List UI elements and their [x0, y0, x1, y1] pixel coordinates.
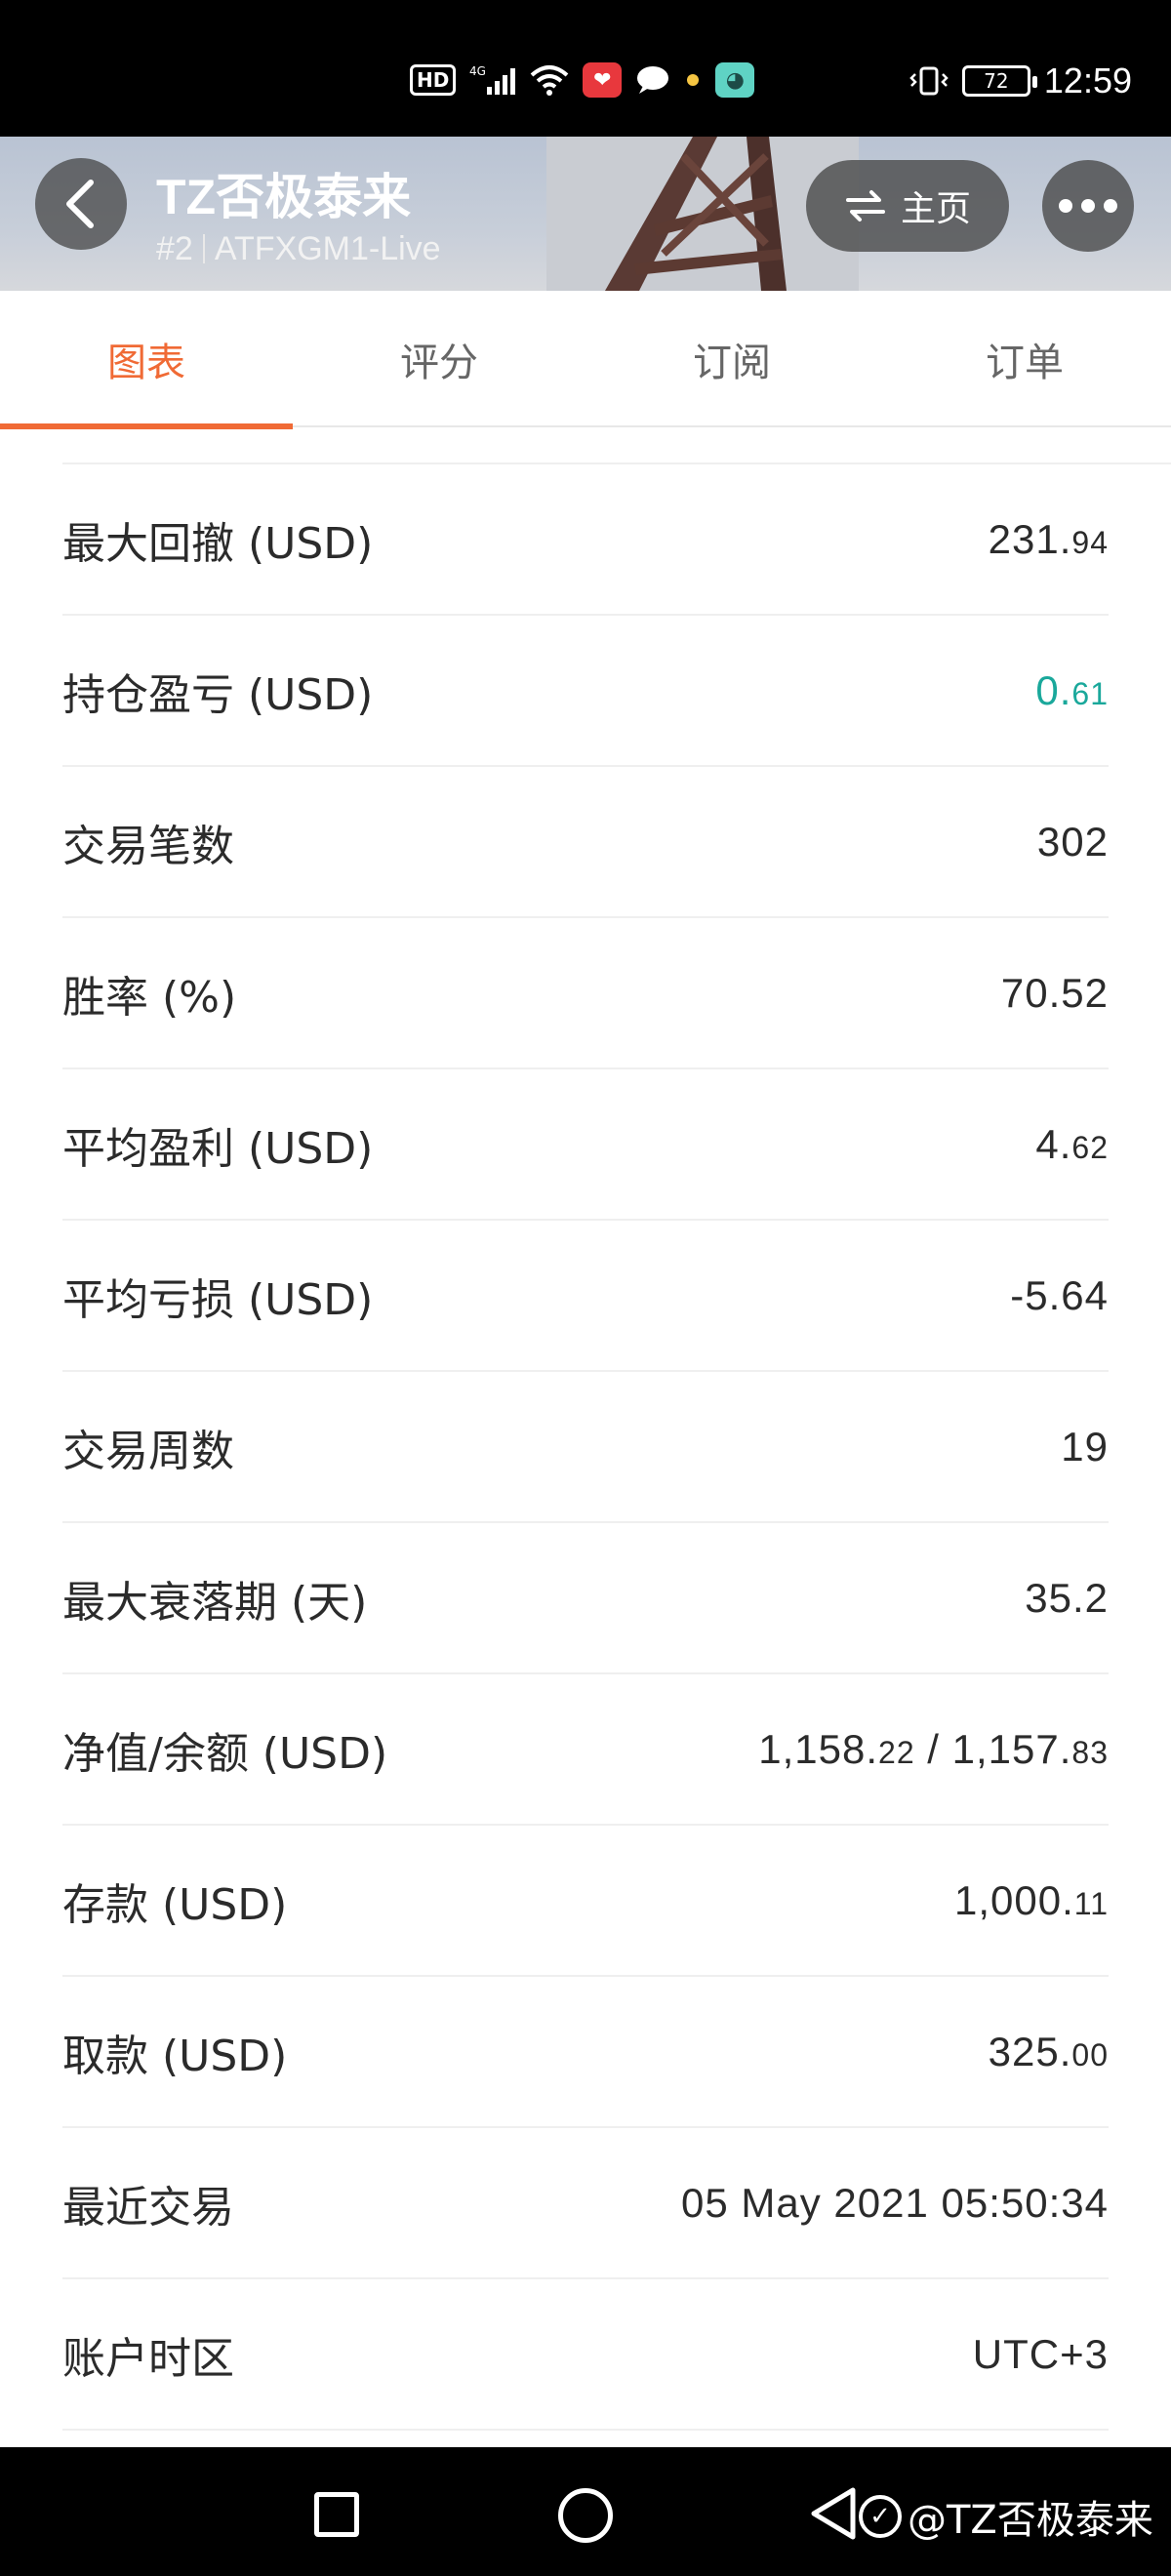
- page-title: TZ否极泰来: [156, 170, 412, 224]
- battery-icon: 72: [961, 65, 1037, 97]
- swap-icon: [845, 190, 885, 221]
- tab-subscribe[interactable]: 订阅: [586, 291, 878, 427]
- stat-label: 最近交易: [62, 2182, 234, 2233]
- stat-label: 账户时区: [62, 2333, 234, 2384]
- home-nav-button[interactable]: [558, 2488, 613, 2543]
- chat-icon: [635, 62, 670, 98]
- signal-4g-icon: 4G: [469, 62, 516, 98]
- stat-value: UTC+3: [972, 2330, 1109, 2377]
- profile-header: TZ否极泰来 #2 ATFXGM1-Live 主页: [0, 137, 1171, 291]
- watermark: ✓ @TZ否极泰来: [859, 2488, 1153, 2545]
- stat-value: 05 May 2021 05:50:34: [681, 2179, 1109, 2226]
- stat-label: 存款 (USD): [62, 1879, 288, 1930]
- stat-row-win-rate: 胜率 (%) 70.52: [62, 918, 1109, 1069]
- status-bar: HD 4G ❤ ◕ 72 12:59: [0, 0, 1171, 137]
- more-dot-icon: [1059, 199, 1072, 213]
- dot-icon: [684, 62, 702, 98]
- tab-orders[interactable]: 订单: [878, 291, 1171, 427]
- hd-icon: HD: [410, 64, 457, 96]
- more-options-button[interactable]: [1042, 160, 1134, 252]
- stat-value: 1,158.22 / 1,157.83: [758, 1725, 1109, 1772]
- stat-label: 平均盈利 (USD): [62, 1123, 374, 1174]
- tab-chart[interactable]: 图表: [0, 291, 293, 429]
- app-red-icon: ❤: [583, 62, 623, 98]
- weibo-logo-icon: ✓: [859, 2495, 902, 2538]
- stat-label: 最大衰落期 (天): [62, 1577, 368, 1628]
- stat-label: 最大回撤 (USD): [62, 518, 374, 569]
- stat-value: 1,000.11: [954, 1876, 1109, 1923]
- stat-row-avg-loss: 平均亏损 (USD) -5.64: [62, 1221, 1109, 1372]
- stat-value: -5.64: [1010, 1271, 1109, 1318]
- rank-label: #2: [156, 230, 193, 267]
- recent-apps-button[interactable]: [314, 2492, 359, 2537]
- stat-value: 302: [1036, 818, 1109, 865]
- wifi-icon: [530, 62, 569, 98]
- home-button[interactable]: 主页: [806, 160, 1009, 252]
- back-nav-triangle-icon[interactable]: [806, 2484, 865, 2543]
- stat-row-last-trade: 最近交易 05 May 2021 05:50:34: [62, 2128, 1109, 2279]
- svg-text:4G: 4G: [469, 64, 486, 78]
- chevron-left-icon: [66, 180, 94, 228]
- stat-row-timezone: 账户时区 UTC+3: [62, 2279, 1109, 2431]
- stat-label: 交易笔数: [62, 821, 234, 871]
- stat-label: 胜率 (%): [62, 972, 237, 1023]
- stat-label: 取款 (USD): [62, 2031, 288, 2081]
- status-time: 12:59: [1043, 60, 1132, 101]
- stat-row-trading-weeks: 交易周数 19: [62, 1372, 1109, 1523]
- back-button[interactable]: [35, 158, 127, 250]
- account-subtitle: #2 ATFXGM1-Live: [156, 230, 441, 268]
- stat-value: 19: [1061, 1423, 1109, 1469]
- stat-value: 4.62: [1035, 1120, 1109, 1167]
- stat-label: 净值/余额 (USD): [62, 1728, 388, 1779]
- stat-label: 持仓盈亏 (USD): [62, 669, 374, 720]
- tab-bar: 图表 评分 订阅 订单: [0, 291, 1171, 429]
- stat-row-floating-pl: 持仓盈亏 (USD) 0.61: [62, 616, 1109, 767]
- watermark-text: @TZ否极泰来: [908, 2498, 1153, 2543]
- stat-row-deposit: 存款 (USD) 1,000.11: [62, 1826, 1109, 1977]
- stat-value: 35.2: [1025, 1574, 1109, 1621]
- more-dot-icon: [1081, 199, 1095, 213]
- stat-row-max-drawdown: 最大回撤 (USD) 231.94: [62, 464, 1109, 616]
- stat-value: 325.00: [988, 2028, 1109, 2074]
- stat-row-equity-balance: 净值/余额 (USD) 1,158.22 / 1,157.83: [62, 1674, 1109, 1826]
- stat-label: 平均亏损 (USD): [62, 1274, 374, 1325]
- system-nav-bar: ✓ @TZ否极泰来: [0, 2447, 1171, 2576]
- stat-row-trade-count: 交易笔数 302: [62, 767, 1109, 918]
- stat-row-avg-profit: 平均盈利 (USD) 4.62: [62, 1069, 1109, 1221]
- stat-row-max-decline-period: 最大衰落期 (天) 35.2: [62, 1523, 1109, 1674]
- subtitle-separator: [202, 234, 205, 263]
- vibrate-icon: [909, 63, 949, 99]
- stat-value: 0.61: [1035, 666, 1109, 713]
- more-dot-icon: [1104, 199, 1117, 213]
- app-teal-icon: ◕: [715, 62, 755, 98]
- tab-rating[interactable]: 评分: [293, 291, 586, 427]
- stat-row-withdrawal: 取款 (USD) 325.00: [62, 1977, 1109, 2128]
- stat-label: 交易周数: [62, 1426, 234, 1476]
- stat-value: 70.52: [1000, 969, 1109, 1016]
- status-right: 72 12:59: [909, 60, 1132, 101]
- stat-value: 231.94: [988, 515, 1109, 562]
- account-label: ATFXGM1-Live: [214, 230, 441, 267]
- status-icons: HD 4G ❤ ◕: [410, 62, 755, 98]
- home-button-label: 主页: [900, 189, 971, 229]
